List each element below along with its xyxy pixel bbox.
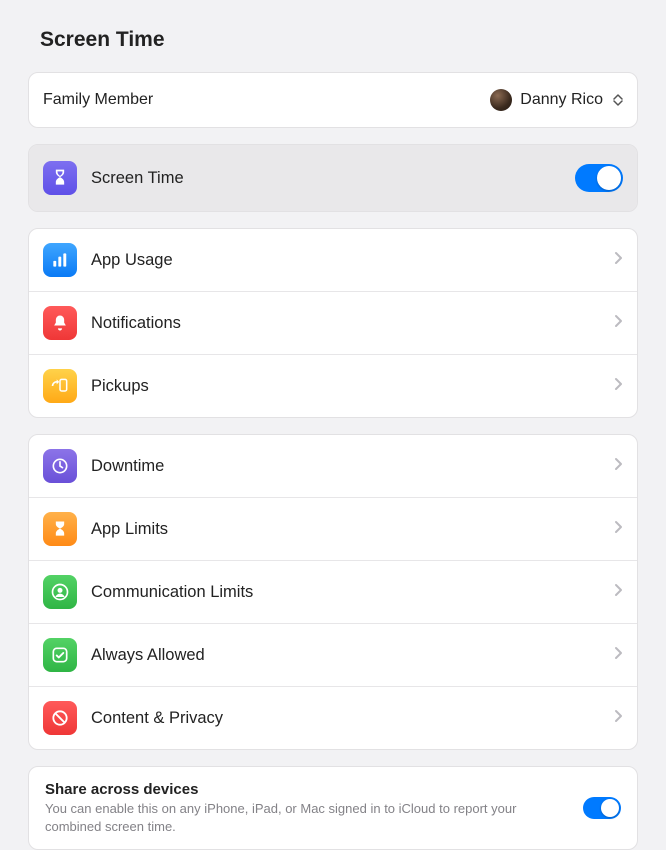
family-member-card: Family Member Danny Rico [28, 72, 638, 128]
chevron-right-icon [614, 377, 623, 396]
app-usage-row[interactable]: App Usage [29, 229, 637, 292]
family-member-row[interactable]: Family Member Danny Rico [29, 73, 637, 127]
hourglass-icon [43, 512, 77, 546]
check-shield-icon [43, 638, 77, 672]
chart-icon [43, 243, 77, 277]
downtime-row[interactable]: Downtime [29, 435, 637, 498]
pickup-icon [43, 369, 77, 403]
chevron-right-icon [614, 709, 623, 728]
chevron-right-icon [614, 583, 623, 602]
limits-group: Downtime App Limits Communication Limits… [28, 434, 638, 750]
bell-icon [43, 306, 77, 340]
screen-time-toggle-row: Screen Time [29, 145, 637, 211]
chevron-right-icon [614, 520, 623, 539]
notifications-label: Notifications [91, 314, 614, 333]
share-toggle[interactable] [583, 797, 621, 819]
share-across-devices-card: Share across devices You can enable this… [28, 766, 638, 850]
avatar [490, 89, 512, 111]
always-allowed-row[interactable]: Always Allowed [29, 624, 637, 687]
family-member-control[interactable]: Danny Rico [490, 89, 623, 111]
usage-group: App Usage Notifications Pickups [28, 228, 638, 418]
family-member-name: Danny Rico [520, 91, 603, 109]
downtime-label: Downtime [91, 457, 614, 476]
page-title: Screen Time [0, 0, 666, 72]
chevron-right-icon [614, 251, 623, 270]
app-limits-label: App Limits [91, 520, 614, 539]
share-desc: You can enable this on any iPhone, iPad,… [45, 800, 567, 835]
updown-chevron-icon [613, 94, 623, 106]
app-usage-label: App Usage [91, 251, 614, 270]
chevron-right-icon [614, 457, 623, 476]
share-text: Share across devices You can enable this… [45, 781, 567, 835]
family-member-label: Family Member [43, 91, 490, 109]
pickups-label: Pickups [91, 377, 614, 396]
chevron-right-icon [614, 314, 623, 333]
content-privacy-row[interactable]: Content & Privacy [29, 687, 637, 749]
communication-limits-label: Communication Limits [91, 583, 614, 602]
hourglass-icon [43, 161, 77, 195]
notifications-row[interactable]: Notifications [29, 292, 637, 355]
chevron-right-icon [614, 646, 623, 665]
pickups-row[interactable]: Pickups [29, 355, 637, 417]
communication-limits-row[interactable]: Communication Limits [29, 561, 637, 624]
person-circle-icon [43, 575, 77, 609]
content-privacy-label: Content & Privacy [91, 709, 614, 728]
app-limits-row[interactable]: App Limits [29, 498, 637, 561]
no-entry-icon [43, 701, 77, 735]
always-allowed-label: Always Allowed [91, 646, 614, 665]
screen-time-toggle[interactable] [575, 164, 623, 192]
clock-icon [43, 449, 77, 483]
share-title: Share across devices [45, 781, 567, 798]
screen-time-label: Screen Time [91, 169, 575, 188]
screen-time-toggle-card: Screen Time [28, 144, 638, 212]
